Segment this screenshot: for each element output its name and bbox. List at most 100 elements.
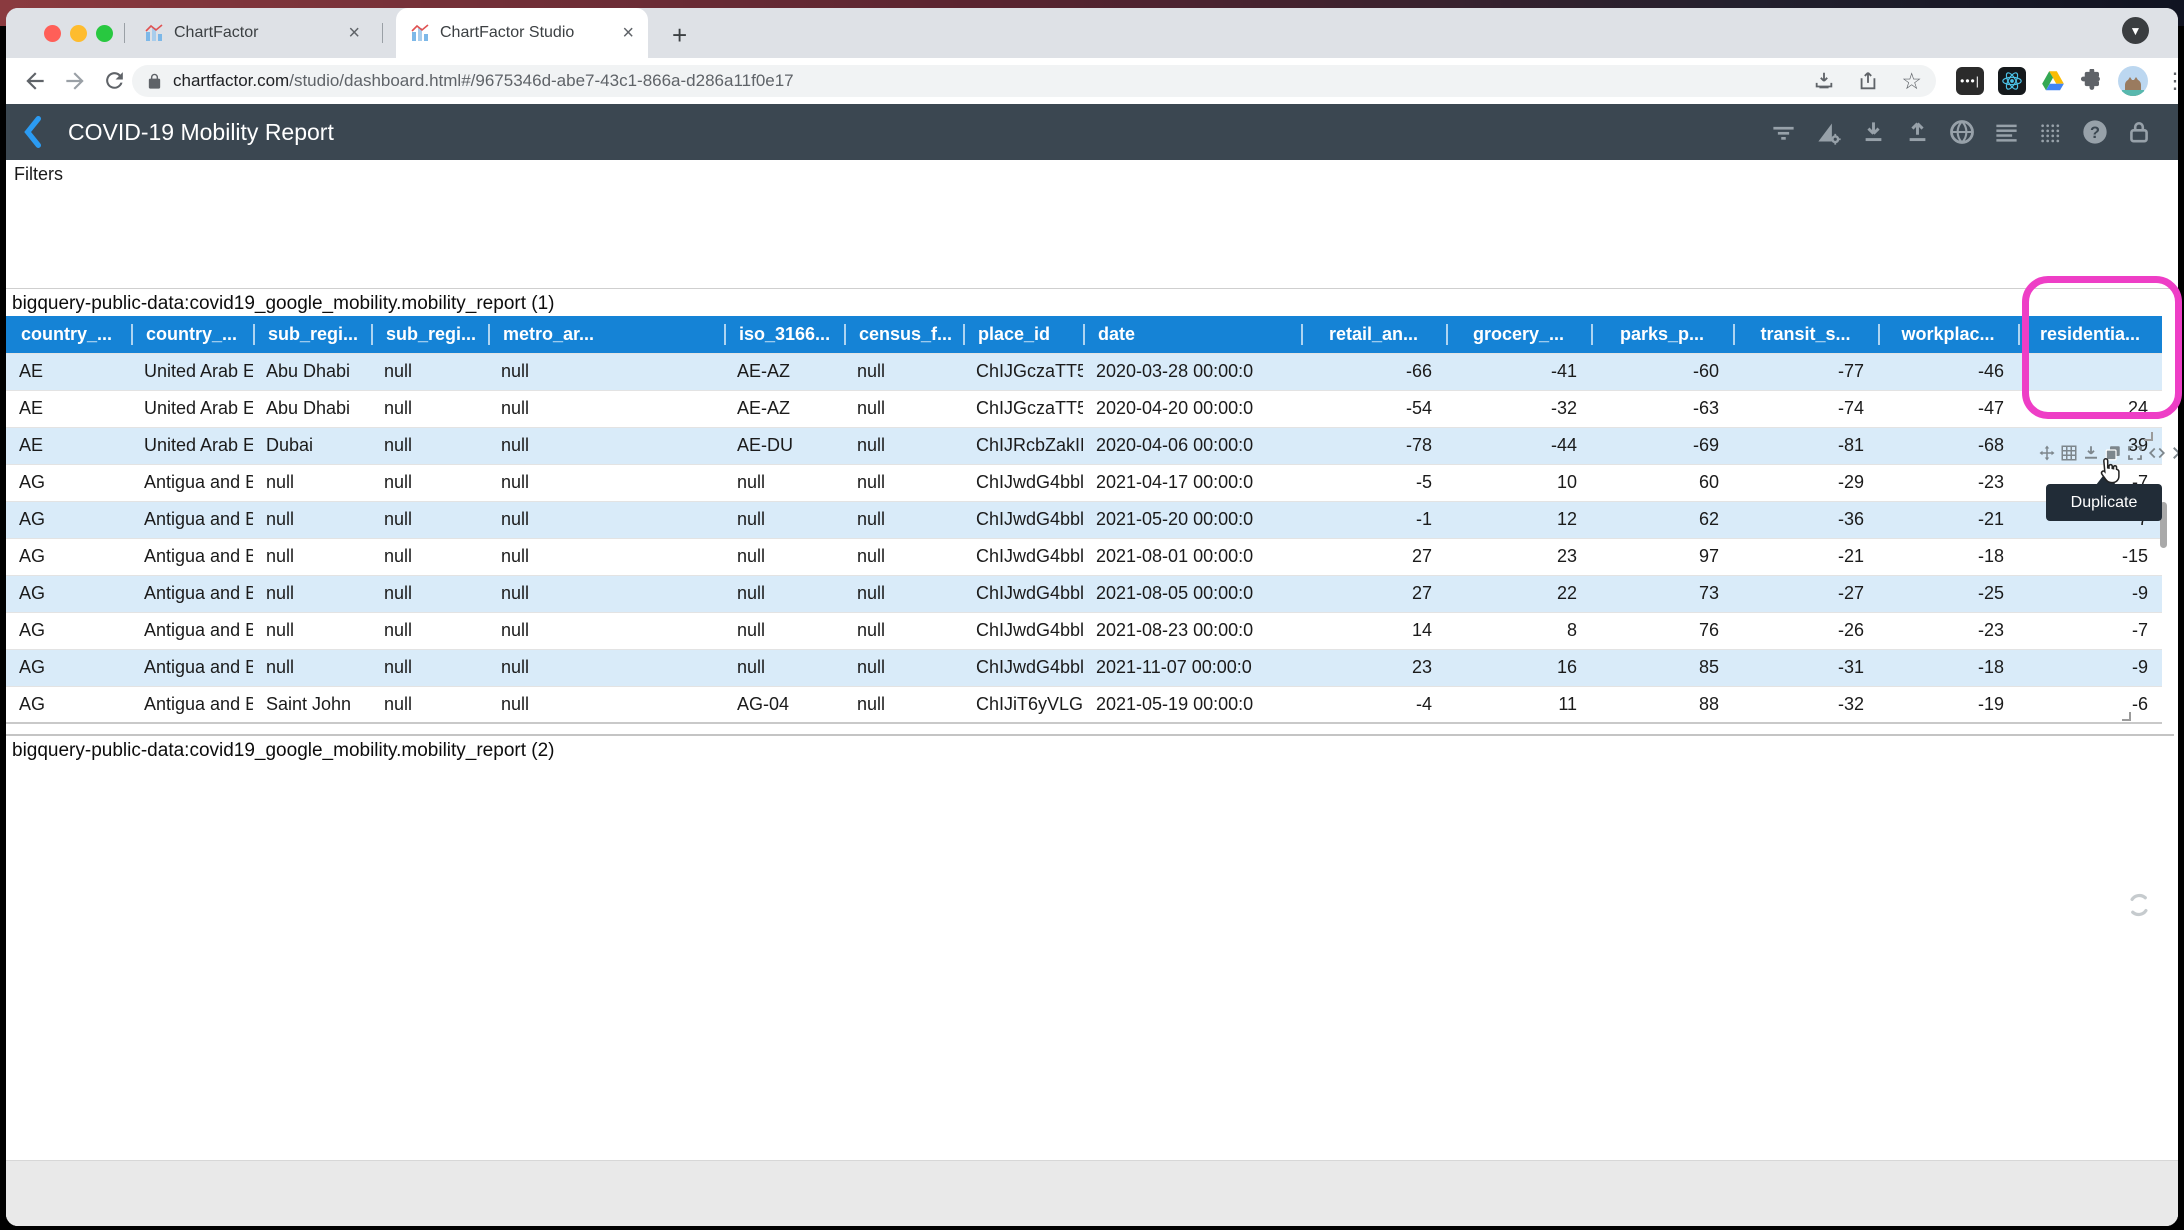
table-cell[interactable]: null [844, 390, 963, 427]
forward-icon[interactable] [62, 68, 88, 94]
browser-menu-kebab-icon[interactable]: ⋮ [2164, 68, 2178, 94]
chart-settings-icon[interactable] [1814, 119, 1843, 146]
react-devtools-extension-icon[interactable] [1998, 67, 2026, 95]
column-header[interactable]: retail_an... [1301, 316, 1446, 353]
table-cell[interactable]: -1 [1301, 501, 1446, 538]
table-cell[interactable]: -19 [1878, 686, 2018, 723]
column-header[interactable]: sub_regi... [371, 316, 488, 353]
back-icon[interactable] [22, 68, 48, 94]
table-cell[interactable]: 2021-05-20 00:00:0 [1083, 501, 1301, 538]
extensions-puzzle-icon[interactable] [2080, 69, 2104, 93]
table-cell[interactable]: null [371, 686, 488, 723]
save-download-icon[interactable] [1813, 70, 1835, 92]
table-cell[interactable]: null [371, 427, 488, 464]
table-cell[interactable]: -9 [2018, 575, 2162, 612]
table-cell[interactable]: United Arab Emirate [131, 427, 253, 464]
table-cell[interactable]: -25 [1878, 575, 2018, 612]
table-cell[interactable]: AG [6, 612, 131, 649]
table-cell[interactable]: null [488, 353, 724, 390]
table-cell[interactable]: -68 [1878, 427, 2018, 464]
filter-icon[interactable] [1770, 119, 1797, 146]
move-icon[interactable] [2038, 444, 2056, 462]
table-cell[interactable]: 10 [1446, 464, 1591, 501]
table-cell[interactable]: -32 [1733, 686, 1878, 723]
column-header[interactable]: country_... [131, 316, 253, 353]
table-cell[interactable]: -9 [2018, 649, 2162, 686]
rows-icon[interactable] [1993, 119, 2020, 146]
column-header[interactable]: date [1083, 316, 1301, 353]
tab-chartfactor[interactable]: ChartFactor × [130, 8, 374, 58]
table-cell[interactable]: ChIJwdG4bbluDYwF [963, 612, 1083, 649]
table-cell[interactable]: null [371, 390, 488, 427]
panel-resize-handle-icon[interactable] [2118, 708, 2132, 722]
table-cell[interactable]: 88 [1591, 686, 1733, 723]
column-header[interactable]: residentia... [2018, 316, 2162, 353]
table-cell[interactable]: 2020-04-06 00:00:0 [1083, 427, 1301, 464]
lock-icon[interactable] [2126, 119, 2152, 146]
table-cell[interactable]: null [488, 464, 724, 501]
table-cell[interactable]: -81 [1733, 427, 1878, 464]
table-cell[interactable]: AG [6, 649, 131, 686]
column-header[interactable]: sub_regi... [253, 316, 371, 353]
table-cell[interactable]: null [724, 538, 844, 575]
table-cell[interactable]: Antigua and Barbud [131, 649, 253, 686]
table-cell[interactable]: null [844, 427, 963, 464]
table-cell[interactable]: 8 [1446, 612, 1591, 649]
table-cell[interactable]: AE [6, 390, 131, 427]
table-cell[interactable]: 73 [1591, 575, 1733, 612]
panel-resize-handle-icon[interactable] [2140, 428, 2154, 442]
table-cell[interactable]: Antigua and Barbud [131, 464, 253, 501]
upload-icon[interactable] [1904, 119, 1931, 146]
table-cell[interactable]: United Arab Emirate [131, 353, 253, 390]
table-cell[interactable]: AG [6, 464, 131, 501]
bookmark-star-icon[interactable]: ☆ [1901, 68, 1922, 95]
fullscreen-window-button[interactable] [96, 25, 113, 42]
table-cell[interactable]: null [371, 575, 488, 612]
reload-icon[interactable] [102, 68, 127, 93]
table-cell[interactable]: null [488, 575, 724, 612]
table-cell[interactable]: 2021-04-17 00:00:0 [1083, 464, 1301, 501]
table-cell[interactable]: null [253, 575, 371, 612]
table-cell[interactable]: Abu Dhabi [253, 353, 371, 390]
table-cell[interactable]: -60 [1591, 353, 1733, 390]
table-cell[interactable]: null [488, 538, 724, 575]
table-cell[interactable]: -66 [1301, 353, 1446, 390]
table-cell[interactable]: AG [6, 538, 131, 575]
table-cell[interactable]: Antigua and Barbud [131, 612, 253, 649]
table-cell[interactable]: -74 [1733, 390, 1878, 427]
table-cell[interactable]: Antigua and Barbud [131, 538, 253, 575]
table-cell[interactable]: null [844, 686, 963, 723]
table-cell[interactable]: -4 [1301, 686, 1446, 723]
table-cell[interactable]: ChIJiT6yVLGTEowR [963, 686, 1083, 723]
download-icon[interactable] [1860, 119, 1887, 146]
table-cell[interactable]: null [488, 686, 724, 723]
table-cell[interactable]: 2021-08-01 00:00:0 [1083, 538, 1301, 575]
table-cell[interactable]: null [724, 649, 844, 686]
table-cell[interactable]: null [724, 575, 844, 612]
table-cell[interactable]: -18 [1878, 538, 2018, 575]
table-cell[interactable]: null [371, 501, 488, 538]
share-icon[interactable] [1857, 70, 1879, 92]
table-cell[interactable]: null [844, 501, 963, 538]
table-cell[interactable]: -26 [1733, 612, 1878, 649]
table-cell[interactable]: 97 [1591, 538, 1733, 575]
table-cell[interactable]: null [844, 575, 963, 612]
table-cell[interactable]: 11 [1446, 686, 1591, 723]
table-cell[interactable]: ChIJwdG4bbluDYwF [963, 575, 1083, 612]
tab-search-chevron-icon[interactable]: ▼ [2122, 17, 2149, 44]
close-window-button[interactable] [44, 25, 61, 42]
table-cell[interactable]: 24 [2018, 390, 2162, 427]
table-cell[interactable]: AE-AZ [724, 390, 844, 427]
table-cell[interactable]: null [488, 649, 724, 686]
table-cell[interactable]: 27 [1301, 575, 1446, 612]
table-cell[interactable]: null [724, 612, 844, 649]
google-drive-extension-icon[interactable] [2040, 68, 2066, 94]
column-header[interactable]: grocery_... [1446, 316, 1591, 353]
table-cell[interactable]: AG [6, 686, 131, 723]
table-cell[interactable]: -77 [1733, 353, 1878, 390]
back-chevron-icon[interactable] [20, 116, 46, 148]
table-cell[interactable]: null [844, 538, 963, 575]
maximize-icon[interactable] [2126, 444, 2144, 462]
table-cell[interactable]: AE [6, 353, 131, 390]
column-header[interactable]: census_f... [844, 316, 963, 353]
